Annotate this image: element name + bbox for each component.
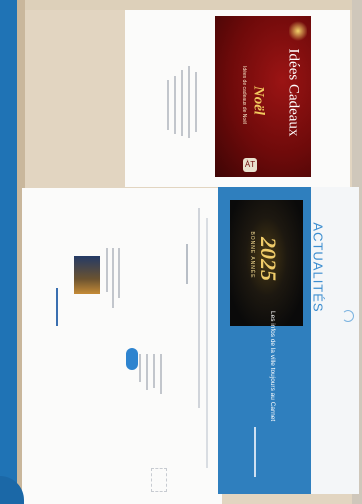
- text-line: [195, 72, 197, 132]
- lower-page: [22, 188, 222, 504]
- text-line: [188, 66, 190, 138]
- text-line: [198, 208, 200, 408]
- gift-tagline: Idées de cadeaux de Noël: [241, 65, 247, 125]
- text-line: [254, 427, 256, 477]
- news-card-text: Les infos de la ville toujours au Carnet: [269, 311, 276, 422]
- text-line: [206, 218, 208, 468]
- swirl-icon: [342, 310, 354, 322]
- photo-thumbnail: [74, 256, 100, 294]
- text-line: [112, 248, 114, 308]
- news-section-title: ACTUALITÉS: [310, 222, 326, 313]
- gift-title: Idées Cadeaux: [285, 48, 302, 137]
- left-blue-edge: [0, 0, 17, 504]
- text-line: [106, 248, 108, 292]
- text-line: [56, 288, 58, 326]
- read-more-button[interactable]: [126, 348, 138, 370]
- text-line: [174, 76, 176, 134]
- gift-subtitle: Noël: [250, 85, 267, 116]
- text-line: [167, 80, 169, 130]
- text-line: [181, 70, 183, 136]
- printed-document: Idées Cadeaux Noël Idées de cadeaux de N…: [22, 10, 359, 504]
- text-line: [186, 244, 188, 284]
- top-background: [25, 0, 362, 10]
- text-line: [153, 354, 155, 388]
- gift-ideas-image: Idées Cadeaux Noël Idées de cadeaux de N…: [215, 16, 311, 177]
- text-line: [160, 354, 162, 394]
- text-line: [118, 248, 120, 298]
- gift-logo: ÀT: [243, 158, 257, 172]
- placeholder-box: [151, 468, 167, 492]
- new-year-image: BONNE ANNÉE 2025: [230, 200, 303, 326]
- tree-light: [289, 20, 307, 42]
- text-line: [139, 354, 141, 382]
- text-line: [146, 354, 148, 390]
- new-year-year: 2025: [256, 237, 281, 281]
